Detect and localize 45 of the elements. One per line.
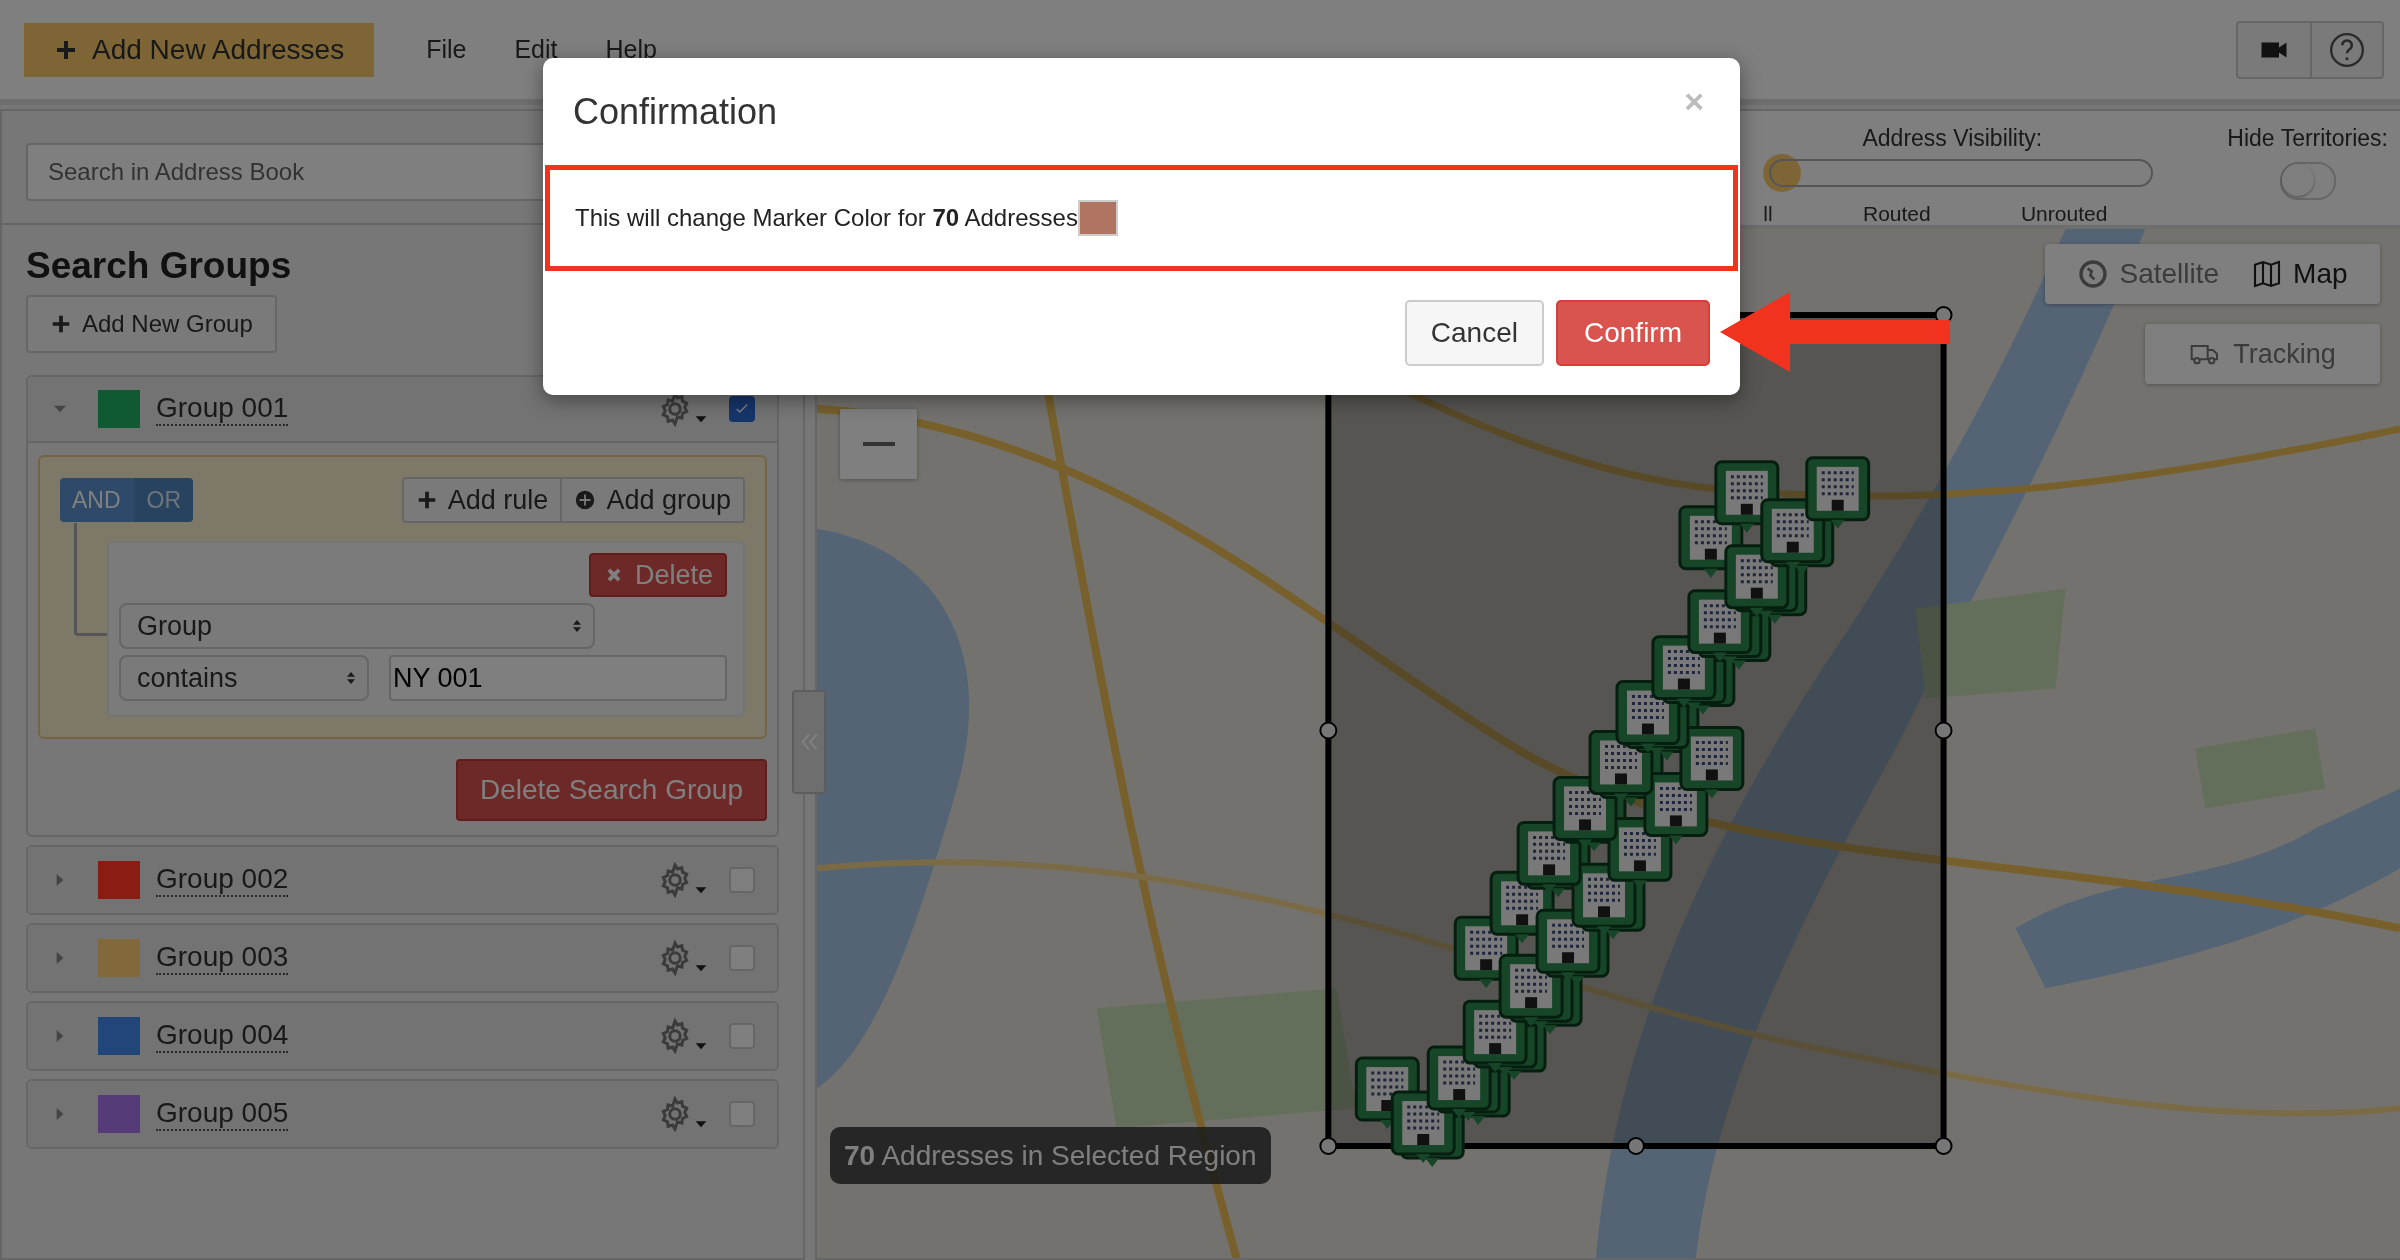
toggle-switch[interactable] (2279, 162, 2336, 200)
slider-label: Routed (1862, 202, 1931, 226)
plus-icon (50, 313, 72, 335)
minus-icon (862, 442, 895, 446)
dialog-message: This will change Marker Color for 70 Addresses (575, 204, 1078, 232)
map-type-button[interactable]: Satellite (2071, 257, 2226, 291)
help-icon (2328, 30, 2366, 69)
visibility-label: Address Visibility: (1862, 125, 2043, 152)
zoom-out-button[interactable] (840, 409, 917, 479)
marker-cluster-drawing[interactable] (1354, 456, 1871, 1167)
add-group-button[interactable]: Add group (562, 477, 745, 523)
field-select[interactable]: Group (119, 603, 595, 649)
group-name[interactable]: Group 004 (156, 1019, 289, 1053)
add-new-addresses-button[interactable]: Add New Addresses (24, 22, 375, 77)
panel-title: Search Groups (26, 245, 293, 287)
add-rule-button[interactable]: Add rule (401, 477, 563, 523)
map-type-button[interactable]: Map (2245, 257, 2354, 291)
globe-icon (2077, 258, 2110, 290)
slider-label: ll (1763, 202, 1773, 226)
cancel-button[interactable]: Cancel (1404, 300, 1544, 366)
menu-item[interactable]: Edit (490, 35, 582, 64)
add-new-group-button[interactable]: Add New Group (26, 295, 277, 353)
delete-search-group-button[interactable]: Delete Search Group (455, 759, 767, 821)
conjunction-toggle[interactable]: OR (132, 478, 194, 522)
conjunction-toggle[interactable]: AND (60, 478, 133, 522)
group-name[interactable]: Group 003 (156, 941, 289, 975)
group-name[interactable]: Group 001 (156, 392, 289, 426)
slider-label: Unrouted (2020, 202, 2108, 226)
checkbox[interactable] (729, 396, 755, 422)
collapse-handle[interactable] (792, 690, 826, 794)
operator-select[interactable]: contains (119, 655, 369, 701)
confirm-button[interactable]: Confirm (1556, 300, 1710, 366)
group-name[interactable]: Group 002 (156, 863, 289, 897)
group-name[interactable]: Group 005 (156, 1097, 289, 1131)
close-button[interactable]: × (1678, 81, 1710, 122)
visibility-slider[interactable] (1763, 154, 2154, 192)
dialog-title: Confirmation (573, 90, 778, 133)
tracking-button[interactable]: Tracking (2145, 324, 2380, 384)
menu-item[interactable]: File (402, 35, 491, 64)
selection-count-label: 70 Addresses in Selected Region (830, 1127, 1271, 1184)
territories-label: Hide Territories: (2227, 125, 2388, 152)
slider-thumb[interactable] (1763, 154, 1802, 192)
value-field[interactable]: NY 001 (389, 655, 727, 701)
delete-button[interactable]: Delete (588, 553, 727, 597)
plus-circle-icon (574, 489, 597, 511)
